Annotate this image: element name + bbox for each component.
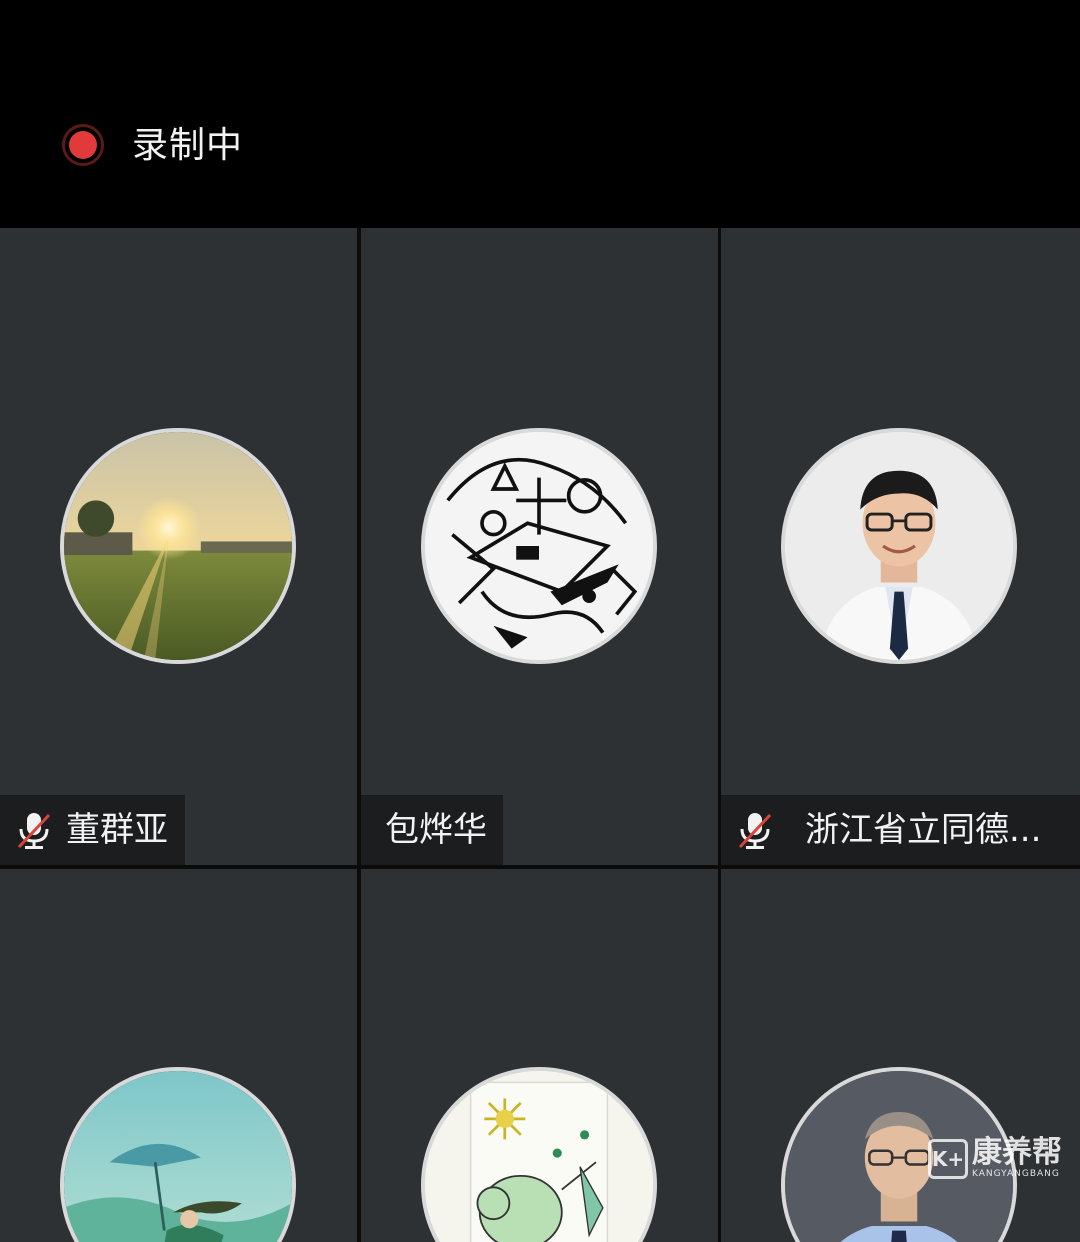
participant-avatar: [421, 1067, 657, 1242]
watermark-subtext: KANGYANGBANG: [972, 1169, 1060, 1179]
participant-name-tag: 包烨华: [361, 795, 503, 865]
watermark-badge: K+: [928, 1138, 968, 1179]
recording-bar: 录制中: [0, 0, 1080, 228]
participant-tile[interactable]: 董群亚: [0, 228, 357, 865]
participant-avatar: [60, 1067, 296, 1242]
record-icon: [62, 124, 104, 166]
participant-name-tag: 董群亚: [0, 795, 185, 865]
participant-name: 包烨华: [385, 810, 487, 850]
participant-tile[interactable]: [0, 869, 357, 1242]
watermark-name: 康养帮: [972, 1135, 1062, 1170]
participant-tile[interactable]: [361, 869, 718, 1242]
participant-tile[interactable]: 浙江省立同德...: [721, 228, 1080, 865]
record-dot: [69, 131, 97, 159]
participant-name: 董群亚: [66, 810, 168, 850]
mic-muted-icon: [17, 813, 51, 849]
participant-avatar: [60, 428, 296, 664]
participant-name-tag: 浙江省立同德...: [721, 795, 1080, 865]
participant-tile[interactable]: [721, 869, 1080, 1242]
participant-tile[interactable]: 包烨华: [361, 228, 718, 865]
watermark-logo: K+ 康养帮 KANGYANGBANG: [928, 1138, 1062, 1179]
recording-status-label: 录制中: [132, 125, 244, 166]
participant-grid: 董群亚 包烨华 浙江省立同德...: [0, 228, 1080, 1242]
participant-name: 浙江省立同德...: [805, 810, 1042, 850]
mic-muted-icon: [738, 813, 772, 849]
participant-avatar: [421, 428, 657, 664]
participant-avatar: [781, 428, 1017, 664]
